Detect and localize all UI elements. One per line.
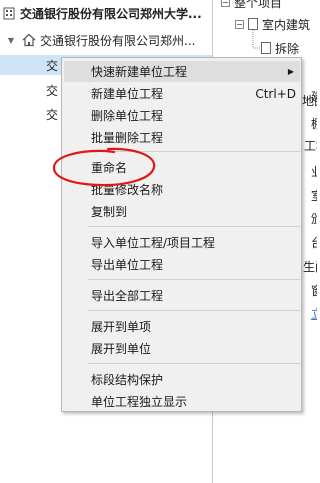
section-item[interactable]: 棚: [311, 115, 317, 132]
tree-unit-label: 交: [46, 83, 59, 98]
menu-separator: [88, 310, 300, 311]
section-item[interactable]: 生间: [303, 258, 317, 275]
menu-item-section-protect[interactable]: 标段结构保护: [64, 369, 300, 390]
menu-item-expand-single[interactable]: 展开到单项: [64, 316, 300, 337]
tree-root-label: 交通银行股份有限公司郑州大学...: [20, 6, 202, 21]
menu-item-export-all[interactable]: 导出全部工程: [64, 285, 300, 306]
menu-item-label: 新建单位工程: [91, 87, 164, 101]
menu-item-label: 快速新建单位工程: [91, 65, 188, 79]
menu-separator: [88, 363, 300, 364]
document-icon: [248, 18, 258, 30]
section-link[interactable]: 立: [311, 305, 317, 322]
demolition-node-label: 拆除: [275, 41, 300, 56]
menu-item-label: 展开到单项: [91, 320, 152, 334]
section-item[interactable]: 室: [311, 187, 317, 204]
section-item[interactable]: 窗: [311, 282, 317, 299]
menu-item-batch-rename[interactable]: 批量修改名称: [64, 179, 300, 200]
tree-root-node[interactable]: 交通银行股份有限公司郑州大学...: [0, 0, 212, 26]
menu-item-label: 重命名: [91, 161, 128, 175]
demolition-node[interactable]: 拆除: [261, 38, 299, 58]
menu-item-expand-unit[interactable]: 展开到单位: [64, 338, 300, 359]
section-item[interactable]: 地面: [302, 92, 317, 109]
menu-separator: [88, 226, 300, 227]
menu-item-delete-unit[interactable]: 删除单位工程: [64, 105, 300, 126]
app-window: 交通银行股份有限公司郑州大学... ▼ 交通银行股份有限公司郑州... 交 交 …: [0, 0, 317, 483]
menu-item-label: 批量修改名称: [91, 183, 164, 197]
section-item[interactable]: 台: [311, 234, 317, 251]
submenu-arrow-icon: ▶: [287, 67, 294, 76]
menu-item-label: 删除单位工程: [91, 109, 164, 123]
tree-connector-line: [252, 30, 261, 49]
interior-node[interactable]: − 室内建筑: [235, 14, 310, 34]
menu-item-label: 单位工程独立显示: [91, 395, 188, 409]
menu-item-import[interactable]: 导入单位工程/项目工程: [64, 232, 300, 253]
menu-item-new-unit[interactable]: 新建单位工程 Ctrl+D: [64, 83, 300, 104]
menu-item-quick-new-unit[interactable]: 快速新建单位工程 ▶: [64, 61, 300, 82]
menu-item-standalone-display[interactable]: 单位工程独立显示: [64, 391, 300, 412]
tree-unit-label: 交: [46, 107, 59, 122]
menu-item-rename[interactable]: 重命名: [64, 157, 300, 178]
section-item[interactable]: 业: [311, 163, 317, 180]
menu-item-shortcut: Ctrl+D: [255, 86, 296, 101]
menu-item-label: 标段结构保护: [91, 373, 164, 387]
menu-item-batch-delete[interactable]: 批量删除工程: [64, 127, 300, 148]
menu-item-label: 批量删除工程: [91, 131, 164, 145]
tree-child-label: 交通银行股份有限公司郑州...: [40, 33, 196, 48]
home-icon: [22, 33, 36, 47]
menu-item-label: 导出单位工程: [91, 258, 164, 272]
building-icon: [3, 7, 15, 20]
menu-item-export-unit[interactable]: 导出单位工程: [64, 254, 300, 275]
context-menu: 快速新建单位工程 ▶ 新建单位工程 Ctrl+D 删除单位工程 批量删除工程 重…: [61, 57, 302, 412]
whole-project-label: 整个项目: [234, 0, 283, 10]
section-item[interactable]: 工程: [304, 137, 317, 154]
interior-node-label: 室内建筑: [262, 17, 311, 32]
whole-project-node[interactable]: − 整个项目: [221, 0, 282, 12]
collapse-arrow-icon[interactable]: ▼: [6, 36, 16, 45]
section-item[interactable]: 颁: [311, 210, 317, 227]
menu-item-label: 导出全部工程: [91, 289, 164, 303]
tree-child-node[interactable]: ▼ 交通银行股份有限公司郑州...: [6, 30, 212, 50]
menu-item-label: 展开到单位: [91, 342, 152, 356]
menu-separator: [88, 151, 300, 152]
tree-unit-label: 交: [46, 58, 59, 73]
menu-item-label: 导入单位工程/项目工程: [91, 236, 216, 250]
collapse-box-icon[interactable]: −: [235, 19, 244, 29]
menu-separator: [88, 279, 300, 280]
menu-item-label: 复制到: [91, 205, 128, 219]
collapse-box-icon[interactable]: −: [221, 0, 230, 7]
menu-item-copy-to[interactable]: 复制到: [64, 201, 300, 222]
